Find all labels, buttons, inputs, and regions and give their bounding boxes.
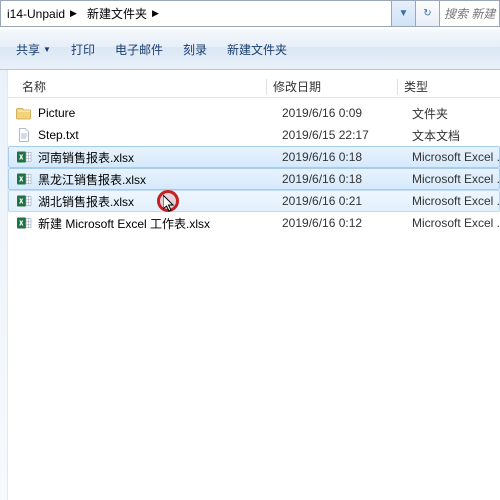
search-input[interactable]: 搜索 新建 (440, 0, 500, 27)
address-nav: ▼ ↻ (392, 0, 440, 27)
xlsx-icon (16, 193, 32, 209)
txt-icon (16, 127, 32, 143)
file-name: 新建 Microsoft Excel 工作表.xlsx (38, 215, 282, 232)
breadcrumb-part-1[interactable]: i14-Unpaid▶ (1, 1, 81, 26)
refresh-button[interactable]: ↻ (416, 0, 440, 27)
new-folder-button[interactable]: 新建文件夹 (217, 35, 297, 64)
file-type: 文本文档 (412, 127, 500, 144)
xlsx-icon (16, 171, 32, 187)
file-type: 文件夹 (412, 105, 500, 122)
email-button[interactable]: 电子邮件 (105, 35, 173, 64)
file-type: Microsoft Excel ... (412, 150, 499, 164)
chevron-right-icon: ▶ (67, 8, 77, 19)
file-type: Microsoft Excel ... (412, 194, 499, 208)
file-date: 2019/6/16 0:09 (282, 106, 412, 120)
file-name: 黑龙江销售报表.xlsx (38, 171, 282, 188)
file-date: 2019/6/16 0:18 (282, 172, 412, 186)
breadcrumb-label: i14-Unpaid (7, 7, 65, 21)
file-rows: Picture2019/6/16 0:09文件夹Step.txt2019/6/1… (8, 98, 500, 234)
file-row[interactable]: 黑龙江销售报表.xlsx2019/6/16 0:18Microsoft Exce… (8, 168, 500, 190)
history-dropdown-button[interactable]: ▼ (392, 0, 416, 27)
file-name: 湖北销售报表.xlsx (38, 193, 282, 210)
file-date: 2019/6/16 0:21 (282, 194, 412, 208)
file-row[interactable]: Picture2019/6/16 0:09文件夹 (8, 102, 500, 124)
file-date: 2019/6/15 22:17 (282, 128, 412, 142)
file-type: Microsoft Excel ... (412, 216, 500, 230)
breadcrumb[interactable]: i14-Unpaid▶ 新建文件夹▶ (0, 0, 392, 27)
column-name[interactable]: 名称 (8, 78, 266, 95)
toolbar-label: 刻录 (183, 41, 207, 58)
file-list-pane[interactable]: 名称 修改日期 类型 Picture2019/6/16 0:09文件夹Step.… (8, 70, 500, 500)
toolbar-label: 打印 (71, 41, 95, 58)
file-row[interactable]: 湖北销售报表.xlsx2019/6/16 0:21Microsoft Excel… (8, 190, 500, 212)
file-name: Step.txt (38, 128, 282, 142)
file-name: 河南销售报表.xlsx (38, 149, 282, 166)
xlsx-icon (16, 215, 32, 231)
toolbar-label: 共享 (16, 41, 40, 58)
file-type: Microsoft Excel ... (412, 172, 499, 186)
content-area: 名称 修改日期 类型 Picture2019/6/16 0:09文件夹Step.… (0, 70, 500, 500)
file-date: 2019/6/16 0:12 (282, 216, 412, 230)
caret-down-icon: ▼ (43, 45, 51, 54)
column-headers: 名称 修改日期 类型 (8, 70, 500, 98)
file-row[interactable]: 新建 Microsoft Excel 工作表.xlsx2019/6/16 0:1… (8, 212, 500, 234)
breadcrumb-part-2[interactable]: 新建文件夹▶ (81, 1, 163, 26)
burn-button[interactable]: 刻录 (173, 35, 217, 64)
chevron-right-icon: ▶ (149, 8, 159, 19)
print-button[interactable]: 打印 (61, 35, 105, 64)
share-button[interactable]: 共享▼ (6, 35, 61, 64)
address-bar: i14-Unpaid▶ 新建文件夹▶ ▼ ↻ 搜索 新建 (0, 0, 500, 28)
file-row[interactable]: Step.txt2019/6/15 22:17文本文档 (8, 124, 500, 146)
xlsx-icon (16, 149, 32, 165)
file-date: 2019/6/16 0:18 (282, 150, 412, 164)
column-type[interactable]: 类型 (398, 78, 500, 95)
toolbar: 共享▼ 打印 电子邮件 刻录 新建文件夹 (0, 28, 500, 70)
file-name: Picture (38, 106, 282, 120)
toolbar-label: 新建文件夹 (227, 41, 287, 58)
folder-icon (16, 105, 32, 121)
toolbar-label: 电子邮件 (115, 41, 163, 58)
column-date[interactable]: 修改日期 (267, 78, 397, 95)
nav-pane-edge (0, 70, 8, 500)
file-row[interactable]: 河南销售报表.xlsx2019/6/16 0:18Microsoft Excel… (8, 146, 500, 168)
breadcrumb-label: 新建文件夹 (87, 5, 147, 22)
